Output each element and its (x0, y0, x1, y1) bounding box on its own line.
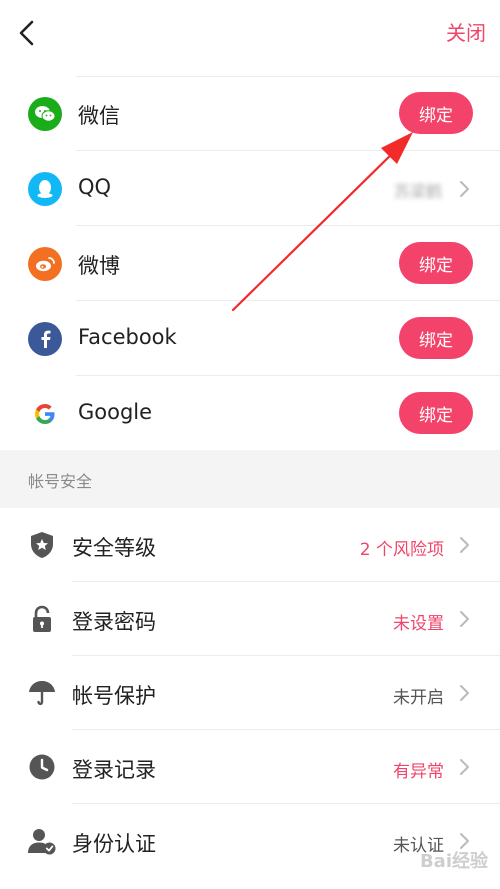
back-arrow-icon[interactable] (14, 18, 42, 48)
facebook-row: Facebook 绑定 (0, 301, 500, 376)
user-verified-icon (28, 829, 56, 855)
account-security-list: 安全等级 2 个风险项 登录密码 未设置 帐号保护 未开启 登录记录 有异常 身… (0, 508, 500, 878)
chevron-right-icon (460, 537, 469, 553)
chevron-right-icon (460, 759, 469, 775)
google-icon (28, 397, 62, 431)
weibo-bind-button[interactable]: 绑定 (399, 242, 473, 284)
account-protection-label: 帐号保护 (72, 684, 156, 708)
login-password-label: 登录密码 (72, 610, 156, 634)
wechat-label: 微信 (78, 104, 120, 128)
google-label: Google (78, 400, 153, 424)
social-bindings-list: 微信 绑定 QQ 苏梁鹤 微博 绑定 Facebook 绑定 Google 绑定 (0, 76, 500, 451)
security-level-row[interactable]: 安全等级 2 个风险项 (0, 508, 500, 582)
account-protection-row[interactable]: 帐号保护 未开启 (0, 656, 500, 730)
login-password-value: 未设置 (393, 614, 444, 634)
login-password-row[interactable]: 登录密码 未设置 (0, 582, 500, 656)
google-bind-button[interactable]: 绑定 (399, 392, 473, 434)
wechat-icon (28, 97, 62, 131)
top-bar: 关闭 (0, 0, 500, 70)
section-title: 帐号安全 (28, 472, 93, 491)
weibo-icon (28, 247, 62, 281)
watermark: Bai经验 (419, 851, 488, 872)
identity-verification-label: 身份认证 (72, 832, 156, 856)
close-button[interactable]: 关闭 (446, 17, 486, 46)
umbrella-icon (29, 681, 55, 706)
weibo-row: 微博 绑定 (0, 226, 500, 301)
facebook-icon (28, 322, 62, 356)
qq-row[interactable]: QQ 苏梁鹤 (0, 151, 500, 226)
weibo-label: 微博 (78, 254, 120, 278)
facebook-bind-button[interactable]: 绑定 (399, 317, 473, 359)
wechat-bind-button[interactable]: 绑定 (399, 92, 473, 134)
google-row: Google 绑定 (0, 376, 500, 451)
security-level-label: 安全等级 (72, 536, 156, 560)
clock-icon (29, 754, 55, 780)
qq-account-value: 苏梁鹤 (393, 182, 442, 201)
qq-label: QQ (78, 175, 112, 199)
chevron-right-icon (460, 181, 469, 197)
chevron-right-icon (460, 611, 469, 627)
lock-icon (33, 605, 51, 632)
facebook-label: Facebook (78, 325, 177, 349)
security-level-value: 2 个风险项 (359, 540, 444, 560)
account-security-header: 帐号安全 (0, 450, 500, 508)
shield-star-icon (31, 532, 53, 558)
login-records-label: 登录记录 (72, 758, 156, 782)
login-records-value: 有异常 (393, 762, 444, 782)
wechat-row: 微信 绑定 (0, 76, 500, 151)
qq-icon (28, 172, 62, 206)
account-protection-value: 未开启 (393, 688, 444, 708)
login-records-row[interactable]: 登录记录 有异常 (0, 730, 500, 804)
chevron-right-icon (460, 685, 469, 701)
